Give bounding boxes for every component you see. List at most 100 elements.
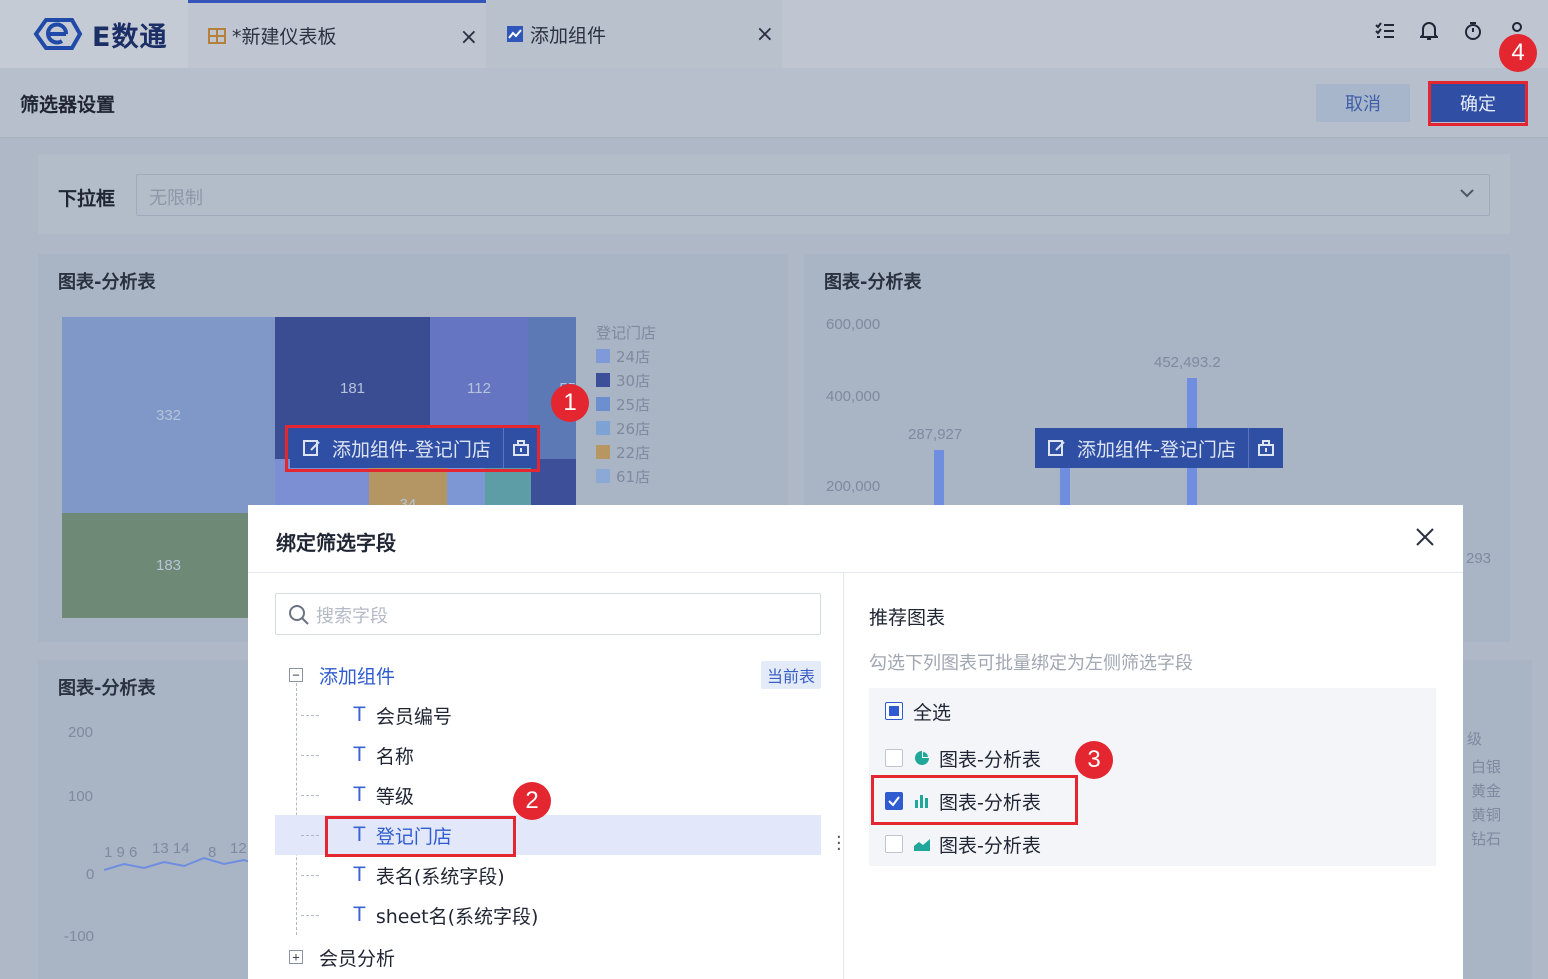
data-label: 287,927 bbox=[908, 426, 963, 443]
close-icon[interactable]: × bbox=[460, 25, 478, 50]
legend-label: 24店 bbox=[616, 347, 651, 366]
text-field-icon: T bbox=[353, 783, 366, 806]
chart-option[interactable]: 图表-分析表 bbox=[885, 743, 1041, 773]
recommend-title: 推荐图表 bbox=[869, 607, 946, 629]
logo-icon bbox=[33, 18, 83, 50]
tree-field-member-id[interactable]: T 会员编号 bbox=[275, 695, 821, 735]
panel-title: 图表-分析表 bbox=[58, 272, 156, 293]
step-badge-2: 2 bbox=[513, 782, 551, 820]
legend-label: 61店 bbox=[616, 467, 651, 486]
legend-item: 黄金 bbox=[1471, 782, 1502, 800]
treemap-legend: 登记门店 24店 30店 25店 26店 22店 61店 bbox=[596, 320, 656, 488]
tree-field-sheet-name[interactable]: T sheet名(系统字段) bbox=[275, 895, 821, 935]
y-tick: 600,000 bbox=[826, 316, 881, 333]
dialog-header: 绑定筛选字段 bbox=[248, 505, 1463, 573]
y-tick: 200 bbox=[68, 724, 94, 741]
y-tick: 0 bbox=[86, 866, 95, 883]
select-all-label: 全选 bbox=[913, 701, 952, 724]
legend-label: 25店 bbox=[616, 395, 651, 414]
y-tick: 200,000 bbox=[826, 478, 881, 495]
filter-label: 下拉框 bbox=[58, 188, 116, 210]
highlight-overlay-button bbox=[285, 425, 540, 472]
y-tick: 100 bbox=[68, 788, 94, 805]
highlight-confirm bbox=[1428, 81, 1528, 126]
legend-item[interactable]: 26店 bbox=[596, 416, 656, 440]
legend-label: 22店 bbox=[616, 443, 651, 462]
legend-item: 黄铜 bbox=[1471, 806, 1502, 824]
search-icon bbox=[289, 605, 309, 625]
field-label: 等级 bbox=[375, 785, 414, 808]
tab-add-component[interactable]: 添加组件 × bbox=[486, 0, 782, 68]
tree-field-name[interactable]: T 名称 bbox=[275, 735, 821, 775]
tab-new-dashboard[interactable]: *新建仪表板 × bbox=[188, 0, 486, 68]
panel-title: 图表-分析表 bbox=[824, 272, 922, 293]
highlight-chart-option bbox=[871, 775, 1078, 825]
close-icon[interactable]: × bbox=[756, 22, 774, 47]
text-field-icon: T bbox=[353, 703, 366, 726]
legend-item[interactable]: 61店 bbox=[596, 464, 656, 488]
tab-label: 添加组件 bbox=[530, 24, 607, 47]
chart-panel-bottom-right: 级 白银 黄金 黄铜 钻石 bbox=[1463, 660, 1532, 979]
delete-icon[interactable] bbox=[1249, 428, 1283, 468]
legend-item[interactable]: 22店 bbox=[596, 440, 656, 464]
field-label: 名称 bbox=[375, 745, 414, 768]
tab-label: *新建仪表板 bbox=[232, 26, 337, 48]
timer-icon[interactable] bbox=[1462, 20, 1484, 42]
treemap-cell: 332 bbox=[62, 317, 275, 513]
overlay-label: 添加组件-登记门店 bbox=[1077, 438, 1236, 461]
dashboard-icon bbox=[208, 27, 226, 45]
checkbox[interactable] bbox=[885, 749, 903, 767]
chevron-down-icon bbox=[1460, 189, 1474, 198]
step-badge-3: 3 bbox=[1075, 741, 1113, 779]
select-all-checkbox[interactable]: 全选 bbox=[885, 696, 951, 726]
tree-field-table-name[interactable]: T 表名(系统字段) bbox=[275, 855, 821, 895]
data-label: 452,493.2 bbox=[1154, 354, 1221, 371]
app-logo[interactable]: E数通 bbox=[0, 0, 188, 68]
pie-chart-icon bbox=[913, 749, 931, 767]
expand-icon[interactable]: + bbox=[289, 950, 303, 964]
bind-filter-field-dialog: 绑定筛选字段 搜索字段 − 添加组件 当前表 T 会员编号 T 名称 T 等级 … bbox=[248, 505, 1463, 979]
bind-button[interactable]: 添加组件-登记门店 bbox=[1035, 428, 1249, 468]
edit-icon bbox=[1048, 440, 1065, 456]
legend-item[interactable]: 25店 bbox=[596, 392, 656, 416]
filter-dropdown[interactable]: 无限制 bbox=[136, 174, 1490, 216]
collapse-icon[interactable]: − bbox=[289, 668, 303, 682]
y-tick: 400,000 bbox=[826, 388, 881, 405]
legend-item[interactable]: 30店 bbox=[596, 368, 656, 392]
treemap-cell: 183 bbox=[62, 513, 275, 618]
cancel-button[interactable]: 取消 bbox=[1316, 84, 1410, 122]
filter-placeholder: 无限制 bbox=[149, 188, 203, 209]
chart-option[interactable]: 图表-分析表 bbox=[885, 829, 1041, 859]
step-badge-1: 1 bbox=[551, 384, 589, 422]
line-chart-icon bbox=[506, 25, 524, 43]
legend-title: 登记门店 bbox=[596, 323, 657, 342]
search-field-input[interactable]: 搜索字段 bbox=[275, 593, 821, 635]
highlight-register-store bbox=[325, 816, 516, 857]
field-label: 表名(系统字段) bbox=[375, 865, 505, 888]
field-tree-panel: 搜索字段 − 添加组件 当前表 T 会员编号 T 名称 T 等级 T 登记门店 … bbox=[248, 573, 844, 979]
filter-settings-bar: 筛选器设置 取消 确定 bbox=[0, 68, 1548, 138]
field-label: 会员编号 bbox=[375, 705, 452, 728]
bell-icon[interactable] bbox=[1418, 20, 1440, 42]
checkbox[interactable] bbox=[885, 835, 903, 853]
data-label: 293 bbox=[1466, 550, 1492, 567]
text-field-icon: T bbox=[353, 903, 366, 926]
add-component-overlay-button[interactable]: 添加组件-登记门店 bbox=[1035, 428, 1283, 468]
task-list-icon[interactable] bbox=[1374, 20, 1396, 42]
area-chart-icon bbox=[913, 835, 931, 853]
page-title: 筛选器设置 bbox=[20, 94, 116, 116]
legend-item: 钻石 bbox=[1471, 830, 1502, 848]
bar bbox=[1060, 466, 1070, 506]
text-field-icon: T bbox=[353, 863, 366, 886]
filter-row: 下拉框 无限制 bbox=[38, 154, 1510, 234]
close-icon[interactable] bbox=[1413, 525, 1437, 549]
tree-group-member-analysis[interactable]: + 会员分析 bbox=[275, 937, 821, 977]
panel-splitter-handle[interactable]: · · · bbox=[836, 829, 842, 859]
chart-option-label: 图表-分析表 bbox=[939, 748, 1041, 771]
tree-group-add-component[interactable]: − 添加组件 当前表 bbox=[275, 655, 821, 695]
field-label: sheet名(系统字段) bbox=[375, 905, 539, 928]
logo-text: E数通 bbox=[92, 21, 168, 53]
checkbox[interactable] bbox=[885, 702, 903, 720]
legend-item[interactable]: 24店 bbox=[596, 344, 656, 368]
legend-label: 26店 bbox=[616, 419, 651, 438]
